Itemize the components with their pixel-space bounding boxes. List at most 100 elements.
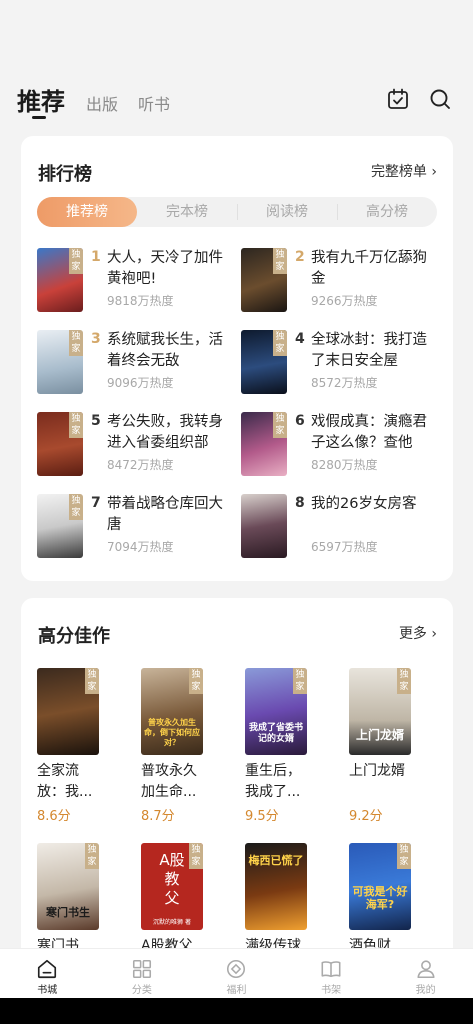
- book-cover: 独家: [241, 330, 287, 394]
- heat-count: 8572万热度: [311, 376, 378, 390]
- segment-high-score[interactable]: 高分榜: [337, 197, 437, 227]
- book-score: 8.6分: [37, 809, 71, 824]
- chevron-right-icon: ›: [431, 164, 437, 180]
- exclusive-badge: 独家: [273, 412, 287, 438]
- book-card[interactable]: 寒门书生 独家 寒门书...: [37, 843, 107, 957]
- rank-number: 7: [91, 495, 101, 511]
- grid-icon: [132, 959, 151, 979]
- ranking-item[interactable]: 独家 3 系统赋我长生，活着终会无敌 9096万热度: [37, 330, 237, 396]
- exclusive-badge: 独家: [69, 248, 83, 274]
- system-navigation-bar: [0, 998, 473, 1024]
- book-title: 全家流放：我...: [37, 763, 93, 800]
- cover-author: 沉默的唯狮 著: [153, 919, 191, 926]
- book-title: 大人，天冷了加件黄袍吧!: [107, 250, 223, 287]
- cover-title: 我成了省委书记的女婿: [248, 723, 303, 744]
- cover-title: A股教父: [159, 851, 185, 907]
- book-title: 普攻永久加生命...: [141, 763, 197, 800]
- rank-number: 4: [295, 331, 305, 347]
- heat-count: 9818万热度: [107, 294, 174, 308]
- book-card[interactable]: 上门龙婿 独家 上门龙婿 9.2分: [349, 668, 419, 824]
- heat-count: 9266万热度: [311, 294, 378, 308]
- book-cover: A股教父 沉默的唯狮 著 独家: [141, 843, 203, 930]
- cover-title: 可我是个好海军?: [352, 885, 408, 911]
- book-card[interactable]: 梅西已慌了 满级传球...: [245, 843, 315, 957]
- cover-title: 寒门书生: [46, 906, 90, 919]
- chevron-right-icon: ›: [431, 626, 437, 642]
- exclusive-badge: 独家: [85, 668, 99, 694]
- active-tab-indicator: [32, 116, 46, 119]
- top-header: 推荐 出版 听书: [0, 74, 473, 134]
- exclusive-badge: 独家: [293, 668, 307, 694]
- ranking-item[interactable]: 独家 7 带着战略仓库回大唐 7094万热度: [37, 494, 237, 560]
- tab-label: 福利: [226, 985, 247, 996]
- rank-number: 5: [91, 413, 101, 429]
- gift-icon: [227, 959, 246, 979]
- segment-reading[interactable]: 阅读榜: [237, 197, 337, 227]
- book-cover: 可我是个好海军? 独家: [349, 843, 411, 930]
- segment-completed[interactable]: 完本榜: [137, 197, 237, 227]
- bookshelf-icon: [321, 961, 341, 978]
- exclusive-badge: 独家: [397, 668, 411, 694]
- rank-number: 8: [295, 495, 305, 511]
- heat-count: 6597万热度: [311, 540, 378, 554]
- book-card[interactable]: 可我是个好海军? 独家 酒色财...: [349, 843, 419, 957]
- ranking-segment-control: 推荐榜 完本榜 阅读榜 高分榜: [37, 197, 437, 227]
- ranking-item[interactable]: 独家 2 我有九千万亿舔狗金 9266万热度: [241, 248, 441, 314]
- tab-bookshelf[interactable]: 书架: [284, 949, 379, 998]
- book-cover: 独家: [37, 494, 83, 558]
- more-label: 更多: [398, 626, 427, 642]
- more-link[interactable]: 更多 ›: [399, 623, 437, 643]
- ranking-item[interactable]: 独家 5 考公失败，我转身进入省委组织部 8472万热度: [37, 412, 237, 478]
- rank-number: 2: [295, 249, 305, 265]
- ranking-item[interactable]: 独家 1 大人，天冷了加件黄袍吧! 9818万热度: [37, 248, 237, 314]
- book-title: 带着战略仓库回大唐: [107, 496, 223, 533]
- home-icon: [38, 959, 57, 979]
- exclusive-badge: 独家: [273, 330, 287, 356]
- heat-count: 9096万热度: [107, 376, 174, 390]
- ranking-item[interactable]: 独家 6 戏假成真：演瘾君子这么像？查他 8280万热度: [241, 412, 441, 478]
- book-title: 上门龙婿: [349, 763, 405, 779]
- heat-count: 7094万热度: [107, 540, 174, 554]
- exclusive-badge: 独家: [85, 843, 99, 869]
- tab-recommend[interactable]: 推荐: [17, 82, 65, 117]
- tab-welfare[interactable]: 福利: [189, 949, 284, 998]
- book-cover: 独家: [241, 248, 287, 312]
- heat-count: 8472万热度: [107, 458, 174, 472]
- book-title: 我的26岁女房客: [311, 496, 417, 512]
- book-title: 戏假成真：演瘾君子这么像？查他: [311, 414, 427, 451]
- book-card[interactable]: 普攻永久加生命，倒下如何应对？ 独家 普攻永久加生命... 8.7分: [141, 668, 211, 824]
- book-title: 考公失败，我转身进入省委组织部: [107, 414, 223, 451]
- ranking-item[interactable]: 8 我的26岁女房客 6597万热度: [241, 494, 441, 560]
- book-title: 全球冰封：我打造了末日安全屋: [311, 332, 427, 369]
- tab-publish[interactable]: 出版: [86, 91, 118, 115]
- calendar-check-icon[interactable]: [386, 87, 410, 111]
- high-score-title: 高分佳作: [38, 626, 110, 647]
- tab-category[interactable]: 分类: [95, 949, 190, 998]
- tab-label: 我的: [415, 985, 436, 996]
- book-cover: 独家: [37, 330, 83, 394]
- tab-mine[interactable]: 我的: [378, 949, 473, 998]
- full-ranking-link[interactable]: 完整榜单 ›: [371, 161, 437, 181]
- book-cover: 上门龙婿 独家: [349, 668, 411, 755]
- rank-number: 3: [91, 331, 101, 347]
- search-icon[interactable]: [428, 87, 452, 111]
- cover-title: 上门龙婿: [355, 728, 404, 742]
- exclusive-badge: 独家: [397, 843, 411, 869]
- book-card[interactable]: A股教父 沉默的唯狮 著 独家 A股教父: [141, 843, 211, 957]
- cover-title: 普攻永久加生命，倒下如何应对？: [144, 718, 200, 747]
- book-card[interactable]: 我成了省委书记的女婿 独家 重生后，我成了... 9.5分: [245, 668, 315, 824]
- app-screen: 推荐 出版 听书 排行榜 完整榜单 › 推荐榜 完本榜 阅读榜 高分榜 独家 1…: [0, 0, 473, 1024]
- book-cover: 独家: [241, 412, 287, 476]
- book-cover: 寒门书生 独家: [37, 843, 99, 930]
- rank-number: 6: [295, 413, 305, 429]
- exclusive-badge: 独家: [69, 330, 83, 356]
- tab-audiobook[interactable]: 听书: [138, 91, 170, 115]
- segment-recommend[interactable]: 推荐榜: [37, 197, 137, 227]
- exclusive-badge: 独家: [189, 843, 203, 869]
- book-card[interactable]: 独家 全家流放：我... 8.6分: [37, 668, 107, 824]
- book-title: 我有九千万亿舔狗金: [311, 250, 427, 287]
- tab-bookstore[interactable]: 书城: [0, 949, 95, 998]
- book-cover: 我成了省委书记的女婿 独家: [245, 668, 307, 755]
- exclusive-badge: 独家: [189, 668, 203, 694]
- ranking-item[interactable]: 独家 4 全球冰封：我打造了末日安全屋 8572万热度: [241, 330, 441, 396]
